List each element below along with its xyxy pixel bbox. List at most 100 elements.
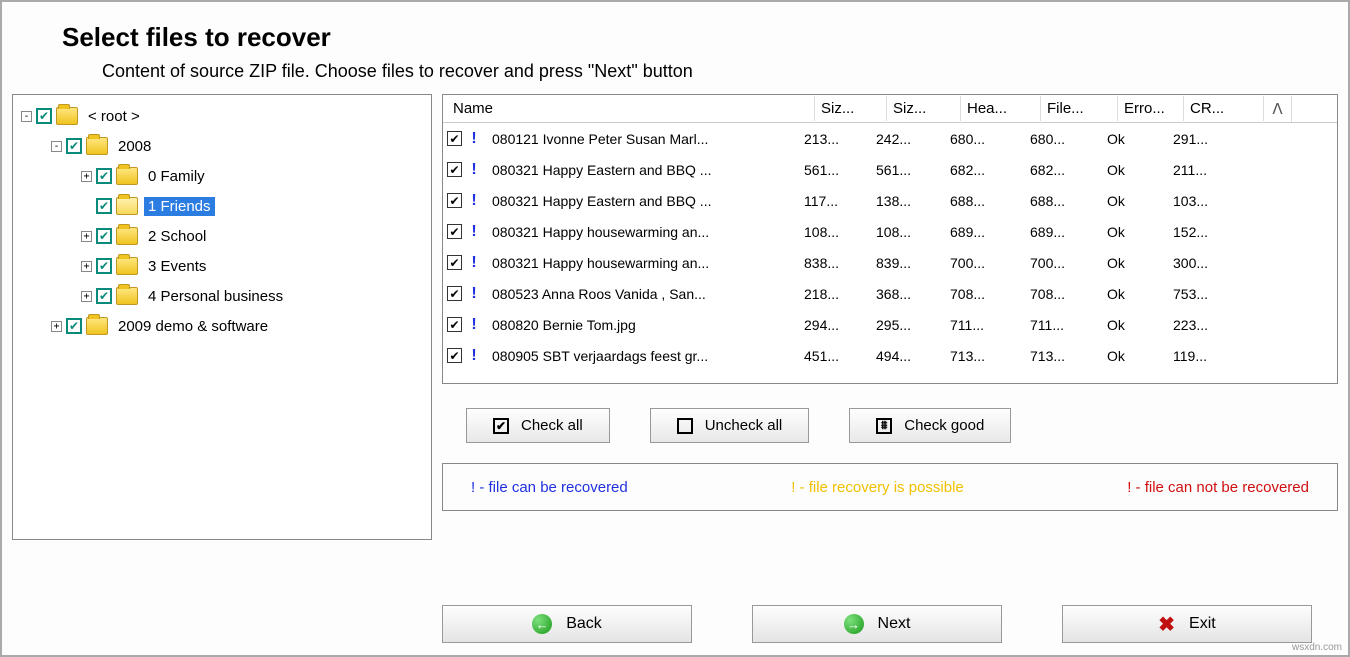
status-icon: ! <box>470 285 478 303</box>
back-button[interactable]: ← Back <box>442 605 692 643</box>
file-row[interactable]: ✔!080321 Happy housewarming an...108...1… <box>443 216 1337 247</box>
file-size2: 561... <box>876 162 950 178</box>
col-error[interactable]: Erro... <box>1118 96 1184 121</box>
file-offset: 711... <box>1030 317 1107 333</box>
status-icon: ! <box>470 192 478 210</box>
tree-checkbox[interactable]: ✔ <box>96 198 112 214</box>
file-size1: 838... <box>804 255 876 271</box>
tree-node-friends[interactable]: ✔ 1 Friends <box>81 191 427 221</box>
file-row[interactable]: ✔!080523 Anna Roos Vanida , San...218...… <box>443 278 1337 309</box>
file-row[interactable]: ✔!080121 Ivonne Peter Susan Marl...213..… <box>443 123 1337 154</box>
tree-label-selected[interactable]: 1 Friends <box>144 197 215 216</box>
status-icon: ! <box>470 161 478 179</box>
folder-icon <box>116 227 138 245</box>
legend: ! - file can be recovered ! - file recov… <box>442 463 1338 511</box>
file-error: Ok <box>1107 193 1173 209</box>
uncheck-all-button[interactable]: Uncheck all <box>650 408 810 443</box>
col-header[interactable]: Hea... <box>961 96 1041 121</box>
file-size1: 218... <box>804 286 876 302</box>
file-header: 713... <box>950 348 1030 364</box>
file-row[interactable]: ✔!080321 Happy Eastern and BBQ ...561...… <box>443 154 1337 185</box>
exit-button[interactable]: ✖ Exit <box>1062 605 1312 643</box>
file-size2: 368... <box>876 286 950 302</box>
status-icon: ! <box>470 254 478 272</box>
collapse-icon[interactable]: - <box>21 111 32 122</box>
page-subtitle: Content of source ZIP file. Choose files… <box>102 61 1348 82</box>
folder-tree[interactable]: - ✔ < root > - ✔ 2008 <box>12 94 432 540</box>
tree-node-events[interactable]: + ✔ 3 Events <box>81 251 427 281</box>
tree-node-2009[interactable]: + ✔ 2009 demo & software <box>51 311 427 341</box>
check-all-button[interactable]: ✔ Check all <box>466 408 610 443</box>
check-good-button[interactable]: ⩩ Check good <box>849 408 1011 443</box>
scroll-up-icon[interactable]: ᐱ <box>1264 96 1292 122</box>
col-size1[interactable]: Siz... <box>815 96 887 121</box>
expand-icon[interactable]: + <box>51 321 62 332</box>
expand-icon[interactable]: + <box>81 171 92 182</box>
arrow-right-icon: → <box>844 614 864 634</box>
file-list[interactable]: Name Siz... Siz... Hea... File... Erro..… <box>442 94 1338 384</box>
collapse-icon[interactable]: - <box>51 141 62 152</box>
legend-not-recoverable: ! - file can not be recovered <box>1127 479 1309 496</box>
file-size2: 242... <box>876 131 950 147</box>
tree-node-root[interactable]: - ✔ < root > <box>21 101 427 131</box>
file-row[interactable]: ✔!080905 SBT verjaardags feest gr...451.… <box>443 340 1337 371</box>
tree-node-school[interactable]: + ✔ 2 School <box>81 221 427 251</box>
double-check-icon: ⩩ <box>876 418 892 434</box>
file-checkbox[interactable]: ✔ <box>447 131 462 146</box>
tree-checkbox[interactable]: ✔ <box>96 288 112 304</box>
watermark: wsxdn.com <box>1292 642 1342 653</box>
file-checkbox[interactable]: ✔ <box>447 348 462 363</box>
tree-label[interactable]: 2 School <box>144 227 210 246</box>
tree-label[interactable]: < root > <box>84 107 144 126</box>
folder-icon <box>116 257 138 275</box>
file-size2: 839... <box>876 255 950 271</box>
tree-label[interactable]: 3 Events <box>144 257 210 276</box>
file-size1: 108... <box>804 224 876 240</box>
file-header: 700... <box>950 255 1030 271</box>
file-name: 080121 Ivonne Peter Susan Marl... <box>492 131 804 147</box>
file-crc: 119... <box>1173 348 1253 364</box>
file-name: 080321 Happy housewarming an... <box>492 224 804 240</box>
list-body[interactable]: ✔!080121 Ivonne Peter Susan Marl...213..… <box>443 123 1337 383</box>
tree-checkbox[interactable]: ✔ <box>66 138 82 154</box>
checked-box-icon: ✔ <box>493 418 509 434</box>
tree-label[interactable]: 2008 <box>114 137 155 156</box>
tree-node-personal[interactable]: + ✔ 4 Personal business <box>81 281 427 311</box>
file-size2: 108... <box>876 224 950 240</box>
expand-icon[interactable]: + <box>81 291 92 302</box>
expand-icon[interactable]: + <box>81 231 92 242</box>
tree-node-2008[interactable]: - ✔ 2008 <box>51 131 427 161</box>
file-checkbox[interactable]: ✔ <box>447 286 462 301</box>
tree-checkbox[interactable]: ✔ <box>96 168 112 184</box>
file-crc: 300... <box>1173 255 1253 271</box>
empty-box-icon <box>677 418 693 434</box>
button-label: Back <box>566 615 602 633</box>
tree-node-family[interactable]: + ✔ 0 Family <box>81 161 427 191</box>
button-label: Uncheck all <box>705 417 783 434</box>
tree-label[interactable]: 0 Family <box>144 167 209 186</box>
file-row[interactable]: ✔!080321 Happy Eastern and BBQ ...117...… <box>443 185 1337 216</box>
file-name: 080321 Happy housewarming an... <box>492 255 804 271</box>
expand-icon[interactable]: + <box>81 261 92 272</box>
tree-checkbox[interactable]: ✔ <box>36 108 52 124</box>
col-size2[interactable]: Siz... <box>887 96 961 121</box>
tree-label[interactable]: 4 Personal business <box>144 287 287 306</box>
file-header: 688... <box>950 193 1030 209</box>
file-checkbox[interactable]: ✔ <box>447 162 462 177</box>
list-header[interactable]: Name Siz... Siz... Hea... File... Erro..… <box>443 95 1337 123</box>
col-name[interactable]: Name <box>443 96 815 121</box>
file-checkbox[interactable]: ✔ <box>447 255 462 270</box>
col-file[interactable]: File... <box>1041 96 1118 121</box>
next-button[interactable]: → Next <box>752 605 1002 643</box>
file-checkbox[interactable]: ✔ <box>447 224 462 239</box>
file-row[interactable]: ✔!080820 Bernie Tom.jpg294...295...711..… <box>443 309 1337 340</box>
col-crc[interactable]: CR... <box>1184 96 1264 121</box>
tree-checkbox[interactable]: ✔ <box>66 318 82 334</box>
tree-checkbox[interactable]: ✔ <box>96 228 112 244</box>
tree-label[interactable]: 2009 demo & software <box>114 317 272 336</box>
file-checkbox[interactable]: ✔ <box>447 193 462 208</box>
file-row[interactable]: ✔! 080321 Happy housewarming an...838...8… <box>443 247 1337 278</box>
file-header: 708... <box>950 286 1030 302</box>
file-checkbox[interactable]: ✔ <box>447 317 462 332</box>
tree-checkbox[interactable]: ✔ <box>96 258 112 274</box>
